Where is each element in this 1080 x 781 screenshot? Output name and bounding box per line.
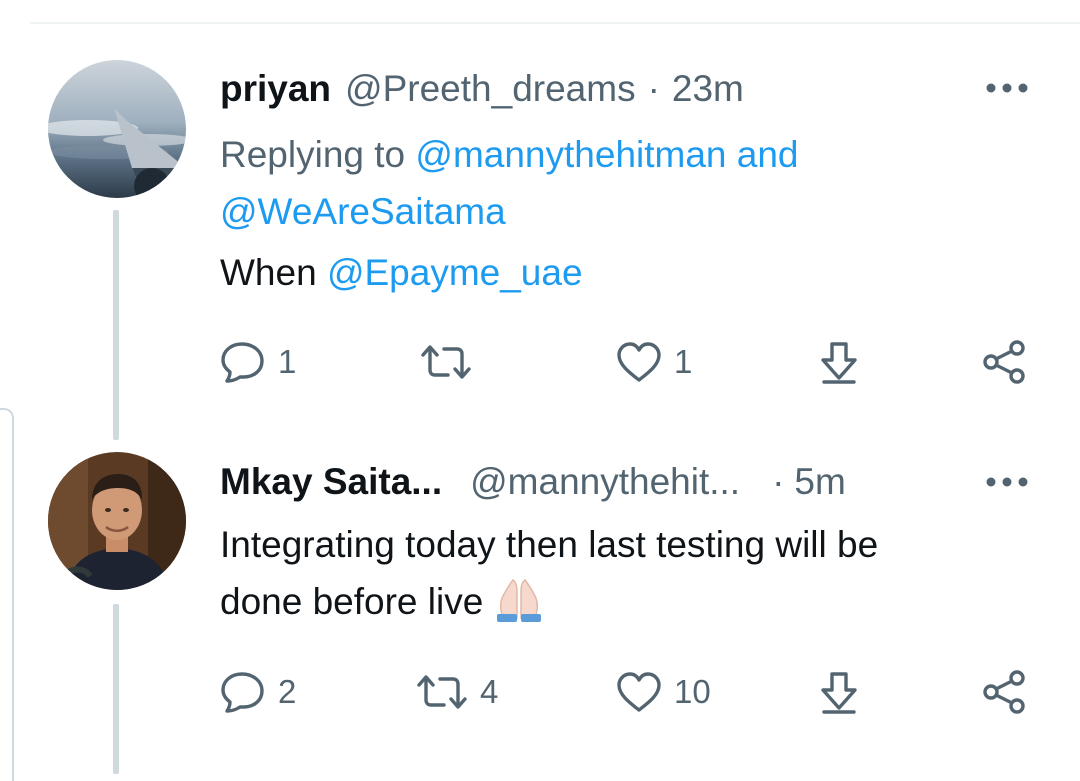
more-options-button[interactable]	[982, 462, 1032, 502]
tweet-header: priyan @Preeth_dreams · 23m	[220, 64, 744, 114]
download-button[interactable]	[818, 667, 860, 717]
man-portrait-avatar-icon	[48, 452, 186, 590]
more-horizontal-icon	[986, 83, 1028, 93]
display-name[interactable]: priyan	[220, 68, 331, 110]
tweet-text-line: done before live	[220, 581, 484, 622]
retweet-count: 4	[480, 673, 499, 710]
reply-bubble-icon	[221, 672, 264, 713]
top-divider	[30, 22, 1080, 24]
tweet-header: Mkay Saita... @mannythehit... · 5m	[220, 457, 846, 507]
share-icon	[983, 670, 1025, 714]
like-button[interactable]: 1	[616, 337, 692, 387]
separator-dot: ·	[772, 461, 785, 502]
download-button[interactable]	[818, 337, 860, 387]
retweet-button[interactable]: 4	[416, 667, 498, 717]
like-button[interactable]: 10	[616, 667, 711, 717]
share-icon	[983, 340, 1025, 384]
retweet-icon	[421, 345, 471, 379]
tweet-actions: 2 4 10	[220, 667, 1040, 717]
timestamp[interactable]: 23m	[672, 68, 744, 110]
timestamp[interactable]: 5m	[794, 461, 845, 503]
mention-link[interactable]: @WeAreSaitama	[220, 191, 506, 232]
airplane-wing-sky-avatar-icon	[48, 60, 186, 198]
avatar[interactable]	[48, 452, 186, 590]
left-panel-edge	[0, 408, 14, 781]
tweet-text: When @Epayme_uae	[220, 244, 1020, 301]
thread-connector-line	[113, 210, 119, 440]
like-count: 10	[674, 673, 711, 710]
tweet-text-line: Integrating today then last testing will…	[220, 524, 879, 565]
download-icon	[821, 342, 857, 384]
more-horizontal-icon	[986, 477, 1028, 487]
replying-to: Replying to @mannythehitman and @WeAreSa…	[220, 126, 980, 240]
share-button[interactable]	[982, 337, 1028, 387]
user-handle[interactable]: @Preeth_dreams	[345, 68, 636, 110]
mention-link[interactable]: @mannythehitman	[415, 134, 726, 175]
mention-link[interactable]: @Epayme_uae	[327, 252, 583, 293]
reply-button[interactable]: 1	[220, 337, 296, 387]
avatar[interactable]	[48, 60, 186, 198]
replying-and-label[interactable]: and	[737, 134, 799, 175]
replying-to-label: Replying to	[220, 134, 406, 175]
heart-icon	[617, 342, 661, 382]
retweet-icon	[417, 675, 467, 709]
display-name[interactable]: Mkay Saita...	[220, 461, 442, 503]
tweet-actions: 1 1	[220, 337, 1040, 387]
heart-icon	[617, 672, 661, 712]
download-icon	[821, 672, 857, 714]
separator-dot: ·	[647, 68, 660, 109]
tweet-thread: priyan @Preeth_dreams · 23m Replying to …	[0, 0, 1080, 781]
folded-hands-emoji-icon	[493, 578, 545, 638]
more-options-button[interactable]	[982, 68, 1032, 108]
reply-count: 2	[278, 673, 297, 710]
tweet-text-content: When	[220, 252, 317, 293]
user-handle[interactable]: @mannythehit...	[470, 461, 740, 503]
tweet-text: Integrating today then last testing will…	[220, 516, 1020, 638]
thread-connector-line	[113, 604, 119, 774]
like-count: 1	[674, 343, 693, 380]
retweet-button[interactable]	[420, 337, 484, 387]
reply-button[interactable]: 2	[220, 667, 296, 717]
reply-count: 1	[278, 343, 297, 380]
reply-bubble-icon	[221, 342, 264, 383]
share-button[interactable]	[982, 667, 1028, 717]
